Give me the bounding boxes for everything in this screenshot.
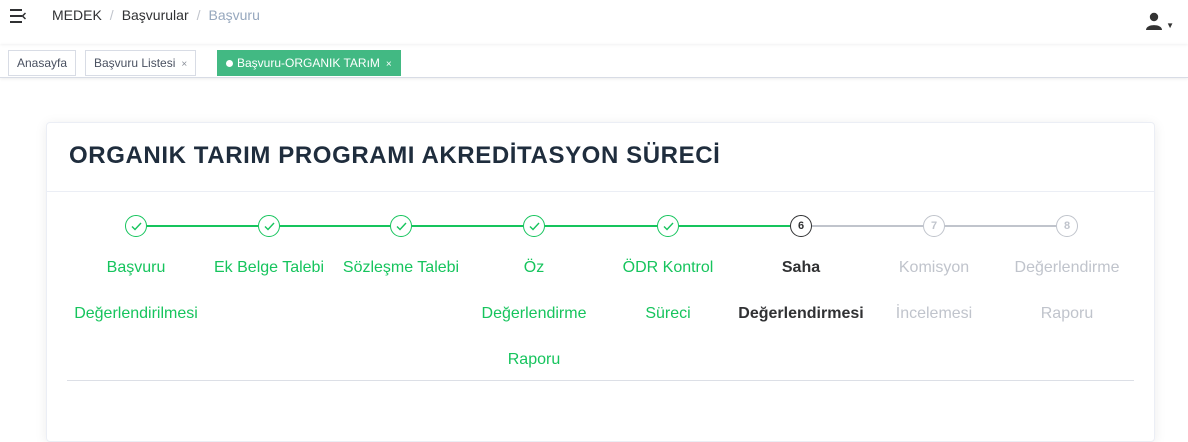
step-title: Öz Değerlendirme Raporu — [464, 245, 604, 383]
step-title-line: ÖDR Kontrol — [622, 259, 714, 276]
step-connector — [945, 225, 1056, 227]
step-connector — [280, 225, 390, 227]
step-title-line: Değerlendirmesi — [738, 305, 864, 322]
tag-label: Başvuru-ORGANIK TARıM — [237, 56, 380, 70]
step-title: ÖDR Kontrol Süreci — [598, 245, 738, 337]
breadcrumb: MEDEK / Başvurular / Başvuru — [52, 7, 260, 23]
check-icon — [390, 215, 412, 237]
step-title: Ek Belge Talebi — [199, 245, 339, 291]
breadcrumb-basvurular[interactable]: Başvurular — [122, 7, 189, 23]
hamburger-icon[interactable] — [10, 9, 26, 23]
step-title: Saha Değerlendirmesi — [731, 245, 871, 337]
tag-basvuru-listesi[interactable]: Başvuru Listesi × — [85, 50, 197, 76]
step-title-line: Değerlendirme — [1014, 259, 1120, 276]
process-card: ORGANIK TARIM PROGRAMI AKREDİTASYON SÜRE… — [46, 122, 1155, 442]
caret-down-icon: ▼ — [1166, 20, 1174, 30]
check-icon — [523, 215, 545, 237]
step-connector — [812, 225, 923, 227]
divider — [67, 380, 1134, 381]
navbar: MEDEK / Başvurular / Başvuru ▼ — [0, 0, 1188, 44]
step-title-line: Süreci — [645, 305, 691, 322]
step-title-line: Başvuru — [106, 259, 166, 276]
step-title-line: Saha — [781, 259, 821, 276]
active-dot-icon — [226, 60, 233, 67]
tag-anasayfa[interactable]: Anasayfa — [8, 50, 77, 76]
tag-basvuru-organik-tarim[interactable]: Başvuru-ORGANIK TARıM × — [217, 50, 401, 76]
step-title-line: Raporu — [507, 351, 561, 368]
step-number-6: 6 — [790, 215, 812, 237]
step-title: Değerlendirme Raporu — [997, 245, 1137, 337]
step-title-line: Değerlendirilmesi — [74, 305, 198, 322]
step-title-line: Sözleşme Talebi — [342, 259, 460, 276]
breadcrumb-basvuru: Başvuru — [208, 7, 260, 23]
step-title: Komisyon İncelemesi — [864, 245, 1004, 337]
step-connector — [679, 225, 790, 227]
step-title: Başvuru Değerlendirilmesi — [66, 245, 206, 337]
check-icon — [258, 215, 280, 237]
step-title-line: Değerlendirme — [481, 305, 587, 322]
step-title-line: İncelemesi — [895, 305, 973, 322]
user-menu[interactable]: ▼ — [1145, 12, 1174, 30]
step-connector — [412, 225, 523, 227]
breadcrumb-separator: / — [196, 7, 201, 23]
step-title-line: Raporu — [1040, 305, 1094, 322]
step-title: Sözleşme Talebi — [331, 245, 471, 291]
step-connector — [545, 225, 657, 227]
check-icon — [657, 215, 679, 237]
tag-label: Başvuru Listesi — [94, 56, 176, 70]
close-icon[interactable]: × — [386, 59, 392, 70]
close-icon[interactable]: × — [181, 59, 187, 70]
tags-view: Anasayfa Başvuru Listesi × Başvuru-ORGANI… — [0, 44, 1188, 78]
tag-label: Anasayfa — [17, 56, 68, 70]
step-title-line: Komisyon — [898, 259, 970, 276]
breadcrumb-separator: / — [109, 7, 114, 23]
step-number-7: 7 — [923, 215, 945, 237]
user-icon — [1146, 12, 1163, 30]
process-steps: Başvuru Değerlendirilmesi Ek Belge Talebi S… — [47, 123, 1154, 383]
step-connector — [147, 225, 258, 227]
breadcrumb-medek[interactable]: MEDEK — [52, 7, 102, 23]
check-icon — [125, 215, 147, 237]
step-title-line: Ek Belge Talebi — [214, 259, 324, 276]
step-number-8: 8 — [1056, 215, 1078, 237]
step-title-line: Öz — [523, 259, 545, 276]
